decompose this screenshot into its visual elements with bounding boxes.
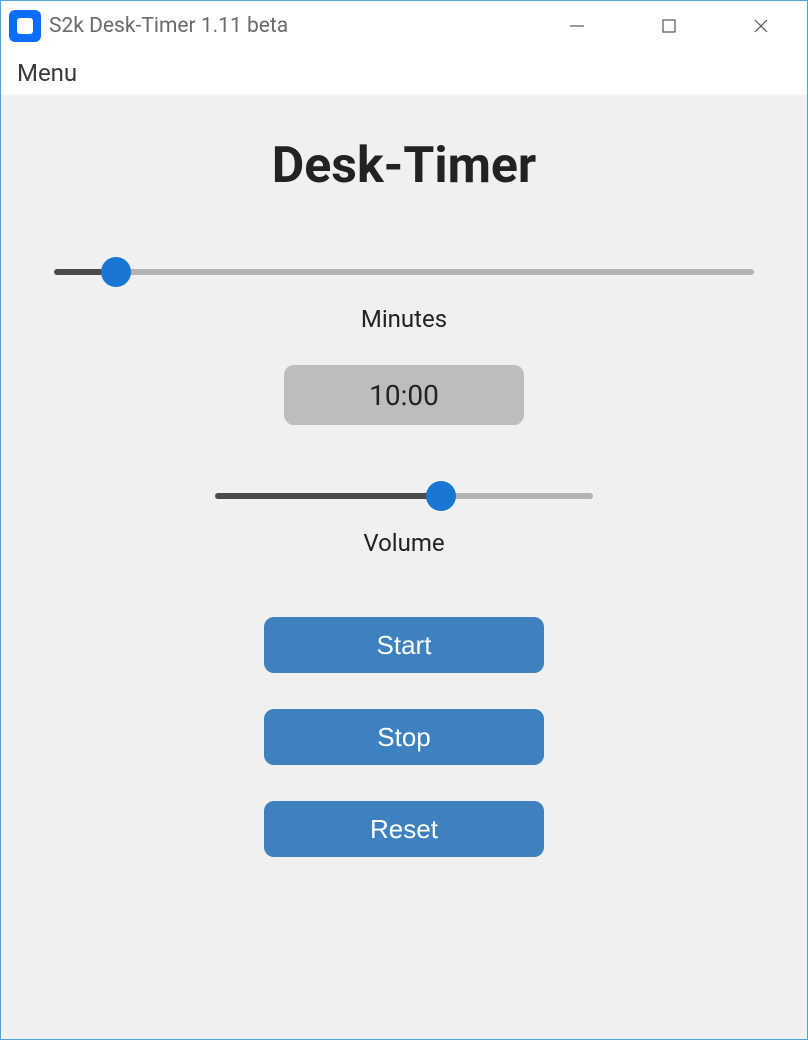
- volume-label: Volume: [363, 529, 444, 557]
- close-icon: [752, 17, 770, 35]
- app-icon: [9, 10, 41, 42]
- action-buttons: Start Stop Reset: [264, 617, 544, 857]
- close-button[interactable]: [715, 1, 807, 51]
- minutes-label: Minutes: [361, 305, 447, 333]
- square-app-icon: [17, 18, 33, 34]
- content-area: Desk-Timer Minutes 10:00 Volume Start St…: [1, 95, 807, 1039]
- window-title: S2k Desk-Timer 1.11 beta: [49, 14, 531, 38]
- time-display: 10:00: [284, 365, 524, 425]
- stop-button[interactable]: Stop: [264, 709, 544, 765]
- slider-track-rest: [116, 269, 754, 275]
- menu-item-menu[interactable]: Menu: [11, 55, 83, 91]
- volume-slider-thumb[interactable]: [426, 481, 456, 511]
- maximize-icon: [660, 17, 678, 35]
- minutes-slider[interactable]: [54, 257, 754, 287]
- minutes-slider-group: Minutes: [54, 257, 754, 333]
- titlebar: S2k Desk-Timer 1.11 beta: [1, 1, 807, 51]
- minimize-icon: [568, 17, 586, 35]
- volume-slider-group: Volume: [215, 481, 593, 557]
- window-controls: [531, 1, 807, 51]
- minutes-slider-thumb[interactable]: [101, 257, 131, 287]
- maximize-button[interactable]: [623, 1, 715, 51]
- slider-track-fill: [215, 493, 441, 499]
- slider-track-rest: [441, 493, 593, 499]
- start-button[interactable]: Start: [264, 617, 544, 673]
- menubar: Menu: [1, 51, 807, 95]
- reset-button[interactable]: Reset: [264, 801, 544, 857]
- page-title: Desk-Timer: [272, 137, 536, 195]
- minimize-button[interactable]: [531, 1, 623, 51]
- app-window: S2k Desk-Timer 1.11 beta Menu Desk-Timer…: [0, 0, 808, 1040]
- volume-slider[interactable]: [215, 481, 593, 511]
